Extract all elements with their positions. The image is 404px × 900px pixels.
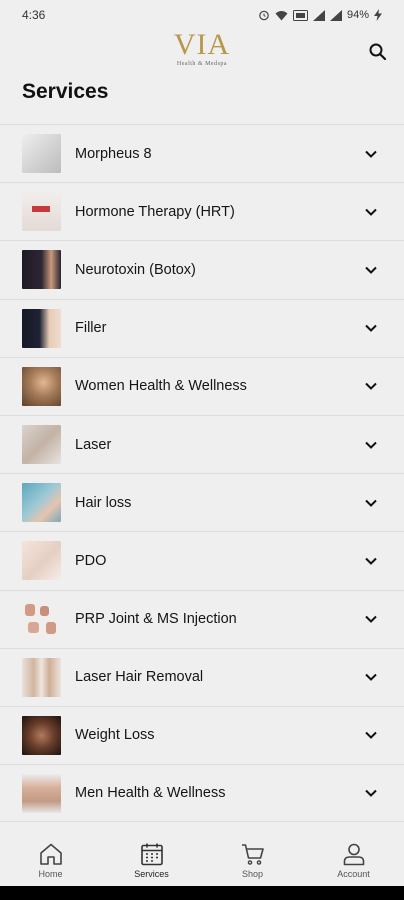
page-title: Services — [22, 80, 109, 103]
chevron-down-icon[interactable] — [364, 321, 378, 335]
service-label: Neurotoxin (Botox) — [75, 261, 196, 278]
service-label: Hair loss — [75, 494, 132, 511]
chevron-down-icon[interactable] — [364, 554, 378, 568]
service-item-hair-loss[interactable]: Hair loss — [0, 473, 404, 531]
service-item-filler[interactable]: Filler — [0, 298, 404, 357]
service-label: Laser Hair Removal — [75, 669, 204, 686]
service-item-women-health[interactable]: Women Health & Wellness — [0, 356, 404, 415]
battery-percent: 94% — [346, 9, 369, 21]
calendar-icon — [140, 843, 163, 866]
charging-icon — [374, 9, 382, 21]
service-item-neurotoxin[interactable]: Neurotoxin (Botox) — [0, 240, 404, 298]
user-icon — [343, 843, 364, 866]
app-header: VIA Health & Medspa — [0, 30, 404, 74]
service-thumbnail — [22, 773, 61, 813]
nav-label-home: Home — [38, 869, 63, 879]
service-label: Morpheus 8 — [75, 145, 152, 162]
chevron-down-icon[interactable] — [364, 379, 378, 393]
service-thumbnail — [22, 599, 61, 639]
service-label: PRP Joint & MS Injection — [75, 611, 237, 628]
service-thumbnail — [22, 483, 61, 523]
service-thumbnail — [22, 134, 61, 174]
search-icon — [369, 43, 387, 61]
service-thumbnail — [22, 250, 61, 290]
chevron-down-icon[interactable] — [364, 438, 378, 452]
bottom-nav: Home Services Shop Account — [0, 830, 404, 886]
nav-label-account: Account — [337, 869, 370, 879]
chevron-down-icon[interactable] — [364, 205, 378, 219]
service-item-morpheus-8[interactable]: Morpheus 8 — [0, 124, 404, 182]
service-label: Laser — [75, 436, 112, 453]
home-icon — [39, 843, 62, 865]
chevron-down-icon[interactable] — [364, 612, 378, 626]
alarm-icon — [258, 9, 270, 21]
service-item-weight-loss[interactable]: Weight Loss — [0, 705, 404, 764]
signal-icon — [312, 9, 325, 21]
service-thumbnail — [22, 366, 61, 406]
service-label: Filler — [75, 320, 107, 337]
search-button[interactable] — [368, 42, 388, 62]
service-label: Women Health & Wellness — [75, 378, 247, 395]
logo-mark: VIA — [173, 28, 231, 61]
service-label: Weight Loss — [75, 727, 155, 744]
wifi-icon — [275, 10, 288, 21]
service-thumbnail — [22, 308, 61, 348]
service-label: PDO — [75, 552, 107, 569]
nav-label-services: Services — [134, 869, 169, 879]
nav-item-home[interactable]: Home — [11, 842, 91, 879]
cart-icon — [241, 844, 264, 865]
brand-logo[interactable]: VIA Health & Medspa — [162, 30, 242, 68]
status-time: 4:36 — [22, 8, 46, 22]
status-icons: 94% — [258, 9, 382, 21]
status-bar: 4:36 94% — [0, 0, 404, 30]
service-thumbnail — [22, 657, 61, 697]
service-label: Men Health & Wellness — [75, 785, 226, 802]
service-thumbnail — [22, 425, 61, 465]
service-item-pdo[interactable]: PDO — [0, 531, 404, 589]
services-list: Morpheus 8 Hormone Therapy (HRT) Neuroto… — [0, 124, 404, 823]
signal-icon-2 — [329, 9, 342, 21]
chevron-down-icon[interactable] — [364, 670, 378, 684]
service-item-laser-hair-removal[interactable]: Laser Hair Removal — [0, 647, 404, 706]
service-thumbnail — [22, 715, 61, 755]
nav-item-services[interactable]: Services — [112, 842, 192, 879]
chevron-down-icon[interactable] — [364, 496, 378, 510]
chevron-down-icon[interactable] — [364, 263, 378, 277]
service-thumbnail — [22, 541, 61, 581]
service-label: Hormone Therapy (HRT) — [75, 203, 235, 220]
chevron-down-icon[interactable] — [364, 147, 378, 161]
service-item-men-health[interactable]: Men Health & Wellness — [0, 764, 404, 823]
chevron-down-icon[interactable] — [364, 728, 378, 742]
chevron-down-icon[interactable] — [364, 786, 378, 800]
service-thumbnail — [22, 192, 61, 232]
service-item-prp-joint[interactable]: PRP Joint & MS Injection — [0, 589, 404, 648]
nav-label-shop: Shop — [241, 869, 264, 879]
service-item-laser[interactable]: Laser — [0, 414, 404, 473]
system-nav-bar — [0, 886, 404, 900]
nav-item-account[interactable]: Account — [314, 842, 394, 879]
logo-subtext: Health & Medspa — [176, 61, 228, 67]
service-item-hormone-therapy[interactable]: Hormone Therapy (HRT) — [0, 182, 404, 240]
nav-item-shop[interactable]: Shop — [213, 842, 293, 879]
volte-icon — [292, 9, 308, 21]
